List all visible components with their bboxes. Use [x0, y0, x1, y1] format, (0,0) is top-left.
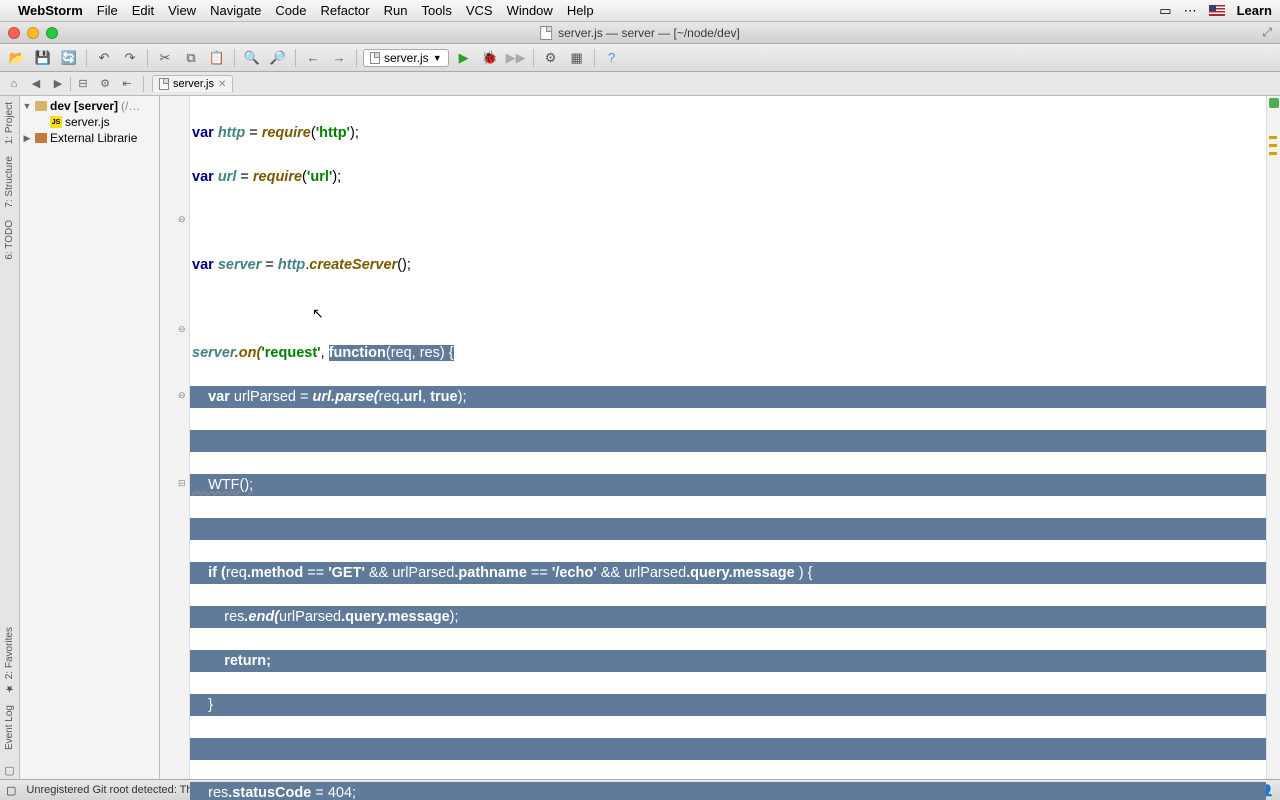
nav-home-icon[interactable]: ⌂ [4, 75, 24, 93]
editor-gutter[interactable]: ⊖ ⊖ ⊖ ⊟ [160, 96, 190, 779]
warning-marker[interactable] [1269, 152, 1277, 155]
menu-extras-icon[interactable]: ⋯ [1184, 3, 1197, 19]
structure-tool-button[interactable]: 7: Structure [4, 150, 15, 214]
settings-button[interactable]: ⚙ [540, 48, 562, 68]
menu-tools[interactable]: Tools [421, 3, 451, 18]
menu-learn[interactable]: Learn [1237, 3, 1272, 18]
menu-code[interactable]: Code [275, 3, 306, 18]
tool-window-chooser-icon[interactable]: ▢ [2, 762, 16, 779]
run-config-label: server.js [384, 51, 429, 65]
menu-run[interactable]: Run [384, 3, 408, 18]
run-button[interactable]: ▶ [453, 48, 475, 68]
project-tree[interactable]: ▼ dev [server] (/… JS server.js ▶ Extern… [20, 96, 160, 779]
js-file-icon: JS [50, 116, 62, 128]
save-button[interactable]: 💾 [32, 48, 54, 68]
editor-marker-strip[interactable] [1266, 96, 1280, 779]
window-titlebar: server.js — server — [~/node/dev] ⤢ [0, 22, 1280, 44]
nav-forward-button[interactable]: → [328, 48, 350, 68]
menu-window[interactable]: Window [507, 3, 553, 18]
tree-root-label: dev [server] [50, 99, 118, 113]
debug-button[interactable]: 🐞 [479, 48, 501, 68]
tree-root[interactable]: ▼ dev [server] (/… [20, 98, 159, 114]
menu-view[interactable]: View [168, 3, 196, 18]
window-close-button[interactable] [8, 27, 20, 39]
tree-root-path: (/… [121, 99, 140, 113]
nav-right-icon[interactable]: ▶ [48, 75, 68, 93]
copy-button[interactable]: ⧉ [180, 48, 202, 68]
tree-external-libs[interactable]: ▶ External Librarie [20, 130, 159, 146]
undo-button[interactable]: ↶ [93, 48, 115, 68]
warning-marker[interactable] [1269, 144, 1277, 147]
code-area[interactable]: var http = require('http'); var url = re… [190, 96, 1266, 779]
paste-button[interactable]: 📋 [206, 48, 228, 68]
menu-refactor[interactable]: Refactor [320, 3, 369, 18]
project-structure-button[interactable]: ▦ [566, 48, 588, 68]
menu-navigate[interactable]: Navigate [210, 3, 261, 18]
left-tool-strip: 1: Project 7: Structure 6: TODO ★2: Favo… [0, 96, 20, 779]
code-editor[interactable]: ⊖ ⊖ ⊖ ⊟ var http = require('http'); var … [160, 96, 1280, 779]
window-zoom-button[interactable] [46, 27, 58, 39]
project-tool-button[interactable]: 1: Project [4, 96, 15, 150]
todo-tool-button[interactable]: 6: TODO [4, 214, 15, 266]
chevron-down-icon: ▼ [433, 53, 442, 63]
fold-icon[interactable]: ⊖ [178, 390, 186, 401]
folder-icon [35, 101, 47, 111]
input-source-flag-icon[interactable] [1209, 5, 1225, 16]
js-file-icon [159, 78, 169, 90]
fold-icon[interactable]: ⊖ [178, 324, 186, 335]
editor-tab-server[interactable]: server.js ✕ [152, 75, 233, 92]
nav-settings-icon[interactable]: ⚙ [95, 75, 115, 93]
tree-file-label: server.js [65, 115, 110, 129]
tab-close-icon[interactable]: ✕ [218, 79, 226, 90]
nav-hide-icon[interactable]: ⇤ [117, 75, 137, 93]
find-button[interactable]: 🔍 [241, 48, 263, 68]
sync-button[interactable]: 🔄 [58, 48, 80, 68]
stop-icon[interactable]: ▶▶ [505, 48, 527, 68]
eventlog-tool-button[interactable]: Event Log [4, 699, 15, 756]
tree-expand-icon[interactable]: ▼ [22, 101, 32, 111]
run-config-selector[interactable]: server.js ▼ [363, 49, 449, 67]
tree-file-server[interactable]: JS server.js [20, 114, 159, 130]
main-toolbar: 📂 💾 🔄 ↶ ↷ ✂ ⧉ 📋 🔍 🔎 ← → server.js ▼ ▶ 🐞 … [0, 44, 1280, 72]
library-icon [35, 133, 47, 143]
help-button[interactable]: ? [601, 48, 623, 68]
redo-button[interactable]: ↷ [119, 48, 141, 68]
tree-expand-icon[interactable]: ▶ [22, 133, 32, 144]
fold-icon[interactable]: ⊖ [178, 214, 186, 225]
nav-collapse-icon[interactable]: ⊟ [73, 75, 93, 93]
js-file-icon [370, 52, 380, 64]
fold-end-icon[interactable]: ⊟ [178, 478, 186, 489]
menu-vcs[interactable]: VCS [466, 3, 493, 18]
status-chooser-icon[interactable]: ▢ [6, 784, 16, 797]
favorites-tool-button[interactable]: ★2: Favorites [4, 621, 15, 699]
open-button[interactable]: 📂 [6, 48, 28, 68]
window-title: server.js — server — [~/node/dev] [558, 26, 740, 40]
nav-left-icon[interactable]: ◀ [26, 75, 46, 93]
menu-edit[interactable]: Edit [132, 3, 154, 18]
macos-menubar: WebStorm File Edit View Navigate Code Re… [0, 0, 1280, 22]
cut-button[interactable]: ✂ [154, 48, 176, 68]
file-icon [540, 26, 552, 40]
nav-back-button[interactable]: ← [302, 48, 324, 68]
menu-help[interactable]: Help [567, 3, 594, 18]
menu-file[interactable]: File [97, 3, 118, 18]
tree-extlib-label: External Librarie [50, 131, 137, 145]
warning-marker[interactable] [1269, 136, 1277, 139]
fullscreen-icon[interactable]: ▭ [1159, 3, 1171, 19]
inspection-ok-icon[interactable] [1269, 98, 1279, 108]
tab-label: server.js [173, 78, 214, 90]
window-expand-icon[interactable]: ⤢ [1262, 25, 1272, 40]
window-minimize-button[interactable] [27, 27, 39, 39]
navigation-bar: ⌂ ◀ ▶ ⊟ ⚙ ⇤ server.js ✕ [0, 72, 1280, 96]
replace-button[interactable]: 🔎 [267, 48, 289, 68]
app-name[interactable]: WebStorm [18, 3, 83, 18]
